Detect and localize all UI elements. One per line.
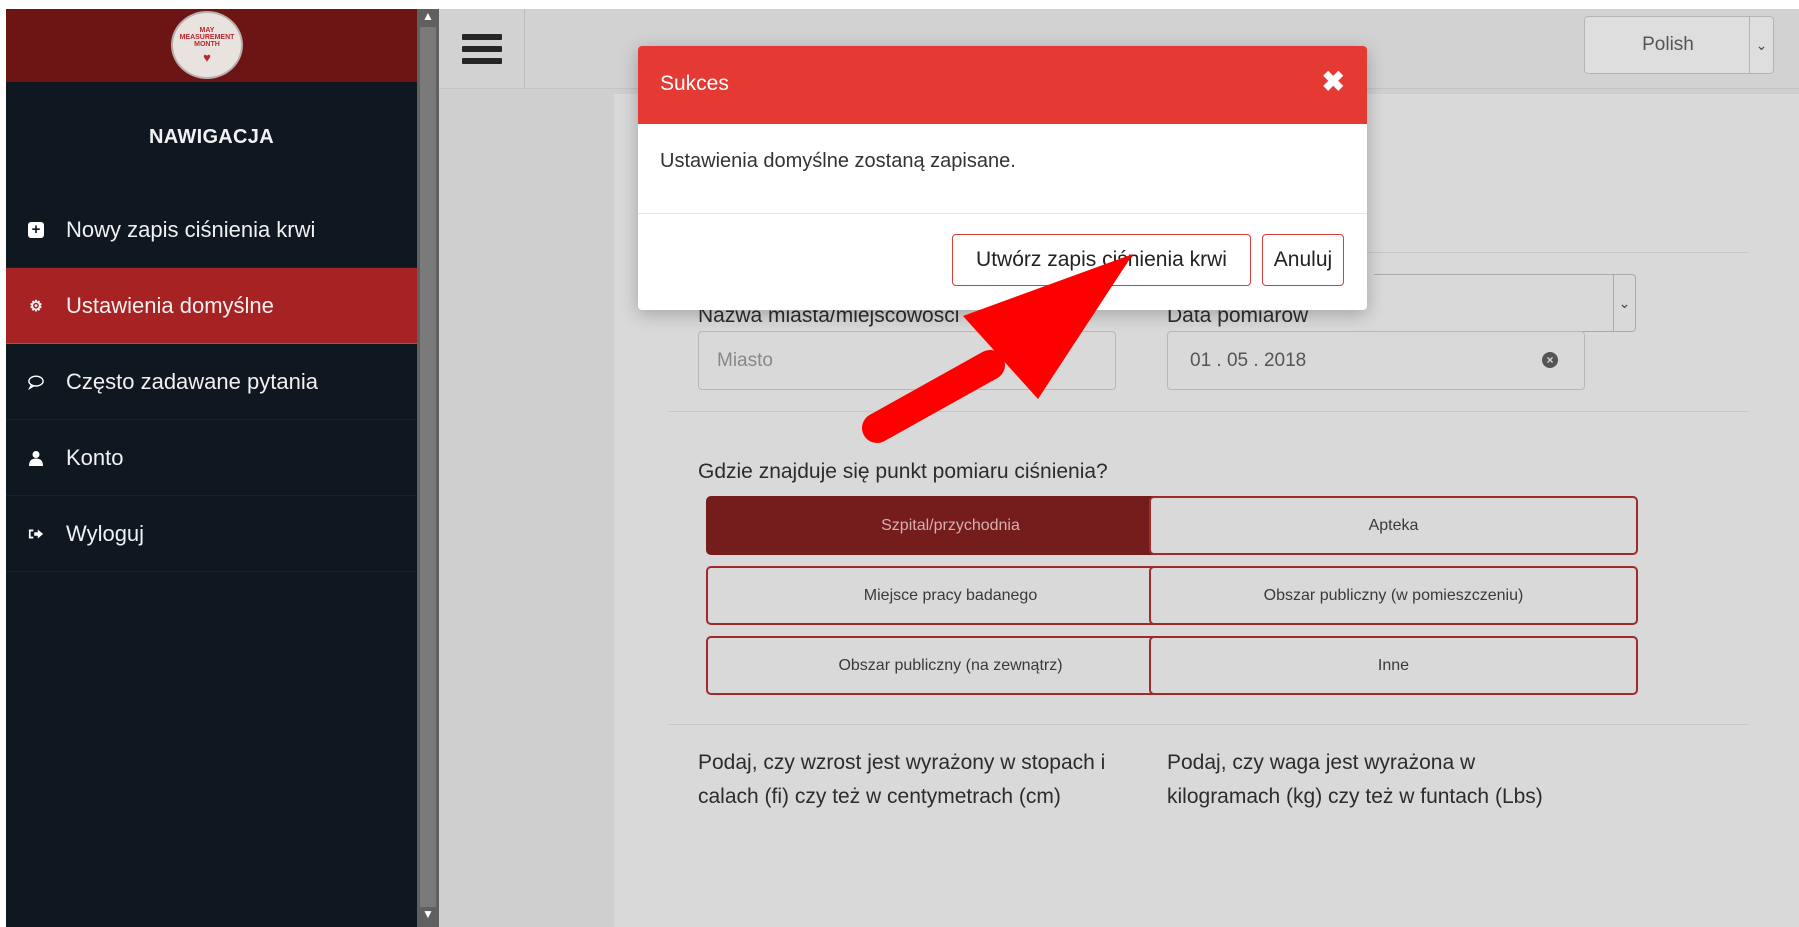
divider — [669, 724, 1749, 725]
location-option-public-outdoor[interactable]: Obszar publiczny (na zewnątrz) — [706, 636, 1195, 695]
close-icon[interactable]: ✖ — [1322, 68, 1345, 96]
hamburger-menu-icon[interactable] — [439, 9, 525, 89]
may-measurement-month-logo: MAY MEASUREMENT MONTH ♥ — [171, 11, 243, 79]
location-option-hospital[interactable]: Szpital/przychodnia — [706, 496, 1195, 555]
height-unit-question: Podaj, czy wzrost jest wyrażony w stopac… — [698, 751, 1106, 808]
location-option-other[interactable]: Inne — [1149, 636, 1638, 695]
chevron-down-icon: ⌄ — [1613, 275, 1635, 331]
location-option-pharmacy[interactable]: Apteka — [1149, 496, 1638, 555]
chevron-down-icon: ⌄ — [1749, 17, 1773, 73]
divider — [669, 411, 1749, 412]
sidebar-header: MAY MEASUREMENT MONTH ♥ — [6, 9, 417, 82]
language-select-value: Polish — [1642, 34, 1694, 55]
sidebar-item-label: Często zadawane pytania — [66, 368, 318, 394]
sidebar-item-account[interactable]: Konto — [6, 420, 417, 496]
scrollbar-thumb[interactable] — [420, 27, 436, 907]
weight-unit-question: Podaj, czy waga jest wyrażona w kilogram… — [1167, 751, 1543, 808]
hidden-select-field[interactable]: ⌄ — [1374, 274, 1636, 332]
modal-header: Sukces ✖ — [638, 46, 1367, 124]
sidebar-item-default-settings[interactable]: ⚙ Ustawienia domyślne — [6, 268, 417, 344]
modal-title: Sukces — [660, 72, 729, 95]
sidebar-item-label: Nowy zapis ciśnienia krwi — [66, 216, 316, 242]
comment-icon — [28, 374, 44, 390]
create-record-button[interactable]: Utwórz zapis ciśnienia krwi — [952, 234, 1251, 286]
modal-footer: Utwórz zapis ciśnienia krwi Anuluj — [638, 214, 1367, 310]
clear-date-icon[interactable]: × — [1542, 352, 1558, 368]
gear-icon: ⚙ — [29, 297, 43, 315]
sidebar-item-faq[interactable]: Często zadawane pytania — [6, 344, 417, 420]
sidebar-item-logout[interactable]: Wyloguj — [6, 496, 417, 572]
sidebar-item-label: Konto — [66, 444, 124, 470]
sidebar-item-label: Wyloguj — [66, 520, 145, 546]
success-modal: Sukces ✖ Ustawienia domyślne zostaną zap… — [638, 46, 1367, 310]
city-input[interactable]: Miasto — [698, 331, 1116, 390]
sidebar: MAY MEASUREMENT MONTH ♥ NAWIGACJA + Nowy… — [6, 9, 417, 927]
user-icon — [28, 450, 44, 466]
sidebar-scrollbar[interactable]: ▲ ▼ — [417, 9, 439, 927]
date-input[interactable]: 01 . 05 . 2018 × — [1167, 331, 1585, 390]
heart-icon: ♥ — [203, 50, 211, 65]
cancel-button[interactable]: Anuluj — [1262, 234, 1344, 286]
scroll-down-icon[interactable]: ▼ — [422, 907, 434, 921]
location-question: Gdzie znajduje się punkt pomiaru ciśnien… — [698, 460, 1108, 483]
sidebar-item-new-record[interactable]: + Nowy zapis ciśnienia krwi — [6, 192, 417, 268]
date-value: 01 . 05 . 2018 — [1190, 350, 1307, 371]
modal-body: Ustawienia domyślne zostaną zapisane. — [638, 124, 1367, 214]
location-option-workplace[interactable]: Miejsce pracy badanego — [706, 566, 1195, 625]
sign-out-icon — [28, 526, 44, 542]
location-option-public-indoor[interactable]: Obszar publiczny (w pomieszczeniu) — [1149, 566, 1638, 625]
plus-square-icon: + — [28, 221, 44, 238]
nav-title: NAWIGACJA — [149, 126, 274, 148]
sidebar-item-label: Ustawienia domyślne — [66, 292, 274, 318]
scroll-up-icon[interactable]: ▲ — [422, 9, 434, 23]
modal-message: Ustawienia domyślne zostaną zapisane. — [660, 150, 1016, 172]
language-select[interactable]: Polish ⌄ — [1584, 16, 1774, 74]
